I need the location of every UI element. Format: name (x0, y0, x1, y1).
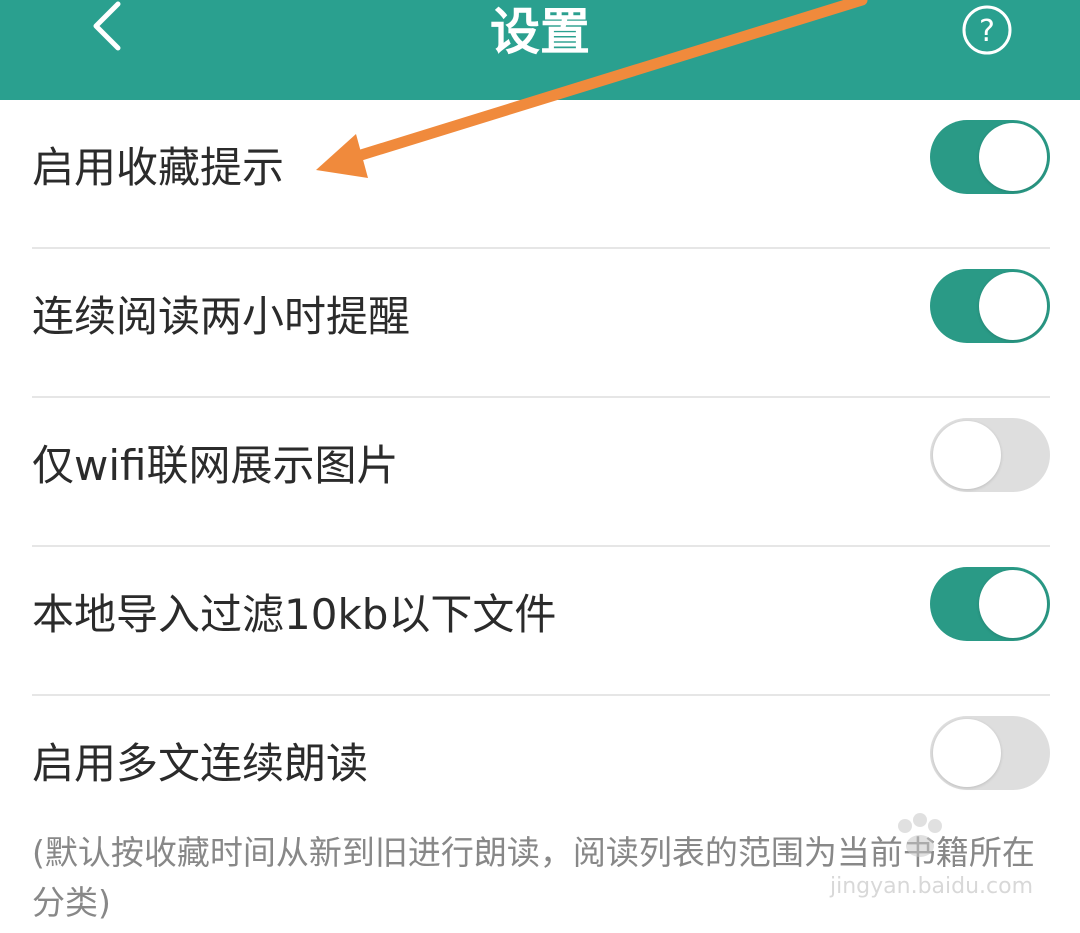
reading-reminder-toggle[interactable] (930, 269, 1050, 343)
setting-row-continuous-read-aloud[interactable]: 启用多文连续朗读 (0, 696, 1080, 845)
continuous-read-aloud-toggle[interactable] (930, 716, 1050, 790)
setting-row-import-filter[interactable]: 本地导入过滤10kb以下文件 (0, 547, 1080, 696)
help-circle-icon: ? (962, 5, 1012, 55)
wifi-images-toggle[interactable] (930, 418, 1050, 492)
setting-label: 启用多文连续朗读 (32, 739, 369, 788)
toggle-knob (933, 719, 1001, 787)
svg-text:?: ? (979, 14, 995, 49)
toggle-knob (979, 123, 1047, 191)
setting-row-reading-reminder[interactable]: 连续阅读两小时提醒 (0, 249, 1080, 398)
toggle-knob (933, 421, 1001, 489)
toggle-knob (979, 272, 1047, 340)
setting-label: 本地导入过滤10kb以下文件 (32, 590, 557, 639)
app-header: 设置 ? (0, 0, 1080, 100)
read-aloud-footnote: (默认按收藏时间从新到旧进行朗读，阅读列表的范围为当前书籍所在分类) (32, 833, 1035, 922)
page-title: 设置 (490, 3, 590, 61)
import-filter-toggle[interactable] (930, 567, 1050, 641)
settings-list: 启用收藏提示 连续阅读两小时提醒 仅wifi联网展示图片 本地导入过滤10kb以… (0, 100, 1080, 845)
favorite-hint-toggle[interactable] (930, 120, 1050, 194)
setting-label: 启用收藏提示 (32, 143, 285, 192)
toggle-knob (979, 570, 1047, 638)
setting-row-wifi-images[interactable]: 仅wifi联网展示图片 (0, 398, 1080, 547)
setting-label: 仅wifi联网展示图片 (32, 441, 399, 490)
help-button[interactable]: ? (958, 4, 1016, 56)
setting-row-favorite-hint[interactable]: 启用收藏提示 (0, 100, 1080, 249)
setting-label: 连续阅读两小时提醒 (32, 292, 411, 341)
